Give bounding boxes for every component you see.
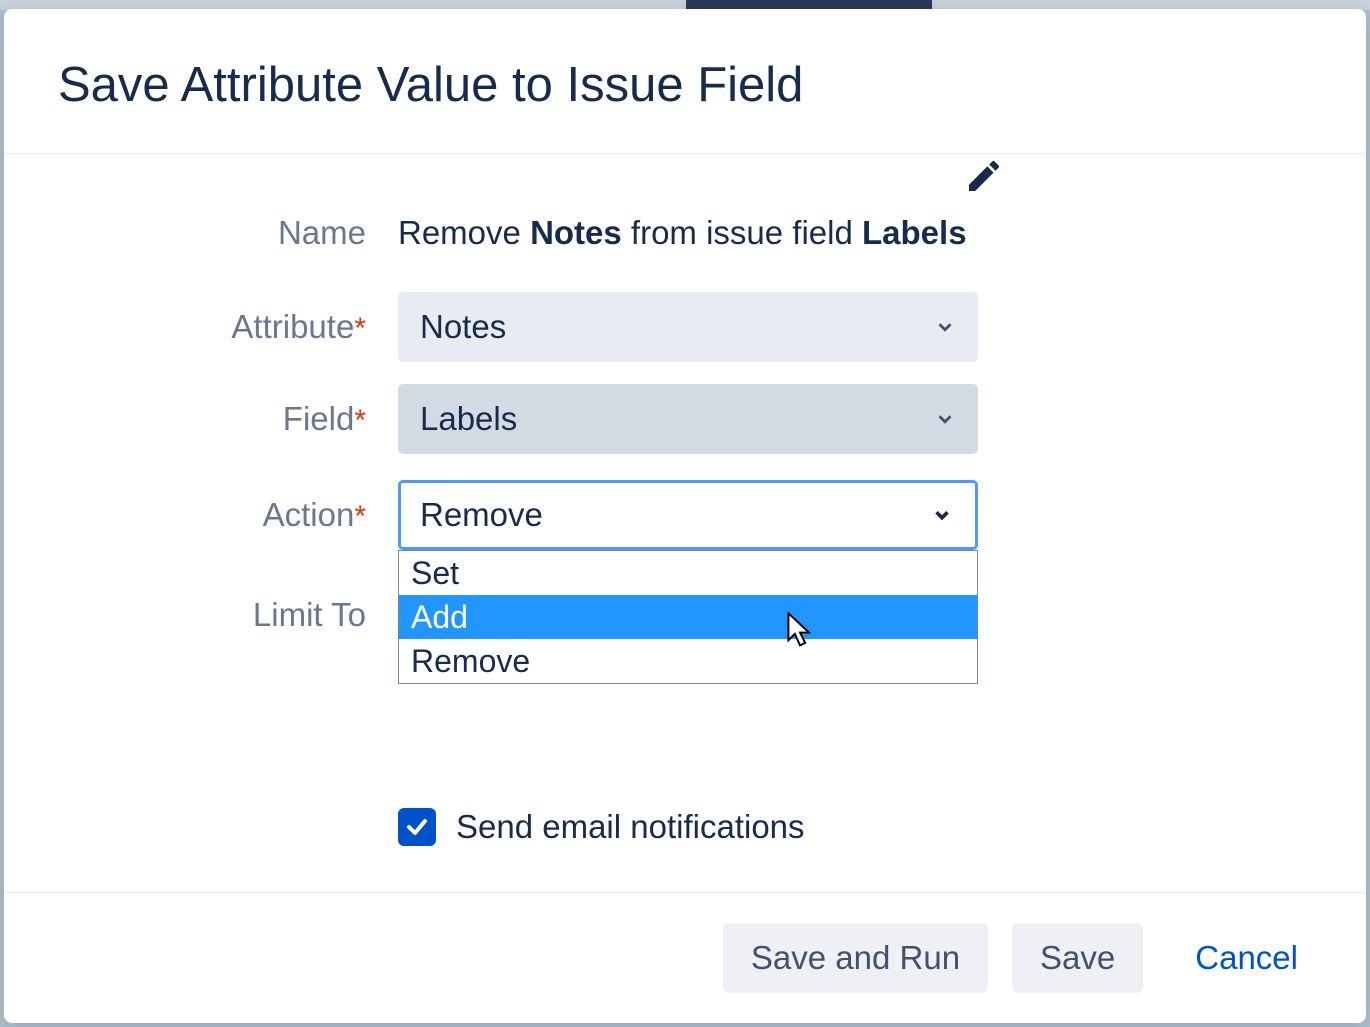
cancel-button[interactable]: Cancel: [1167, 923, 1326, 993]
value-col: Remove Notes from issue field Labels: [398, 214, 978, 252]
dialog-body: Name Remove Notes from issue field Label…: [4, 154, 1366, 892]
name-value: Remove Notes from issue field Labels: [398, 214, 967, 251]
action-dropdown: Set Add Remove: [398, 550, 978, 684]
save-button[interactable]: Save: [1012, 923, 1143, 993]
send-email-label: Send email notifications: [456, 808, 805, 846]
row-attribute: Attribute* Notes: [58, 292, 1312, 362]
row-field: Field* Labels: [58, 384, 1312, 454]
value-col: Remove Set Add Remove: [398, 480, 978, 550]
name-prefix: Remove: [398, 214, 530, 251]
dialog-title: Save Attribute Value to Issue Field: [58, 57, 1312, 113]
name-label: Name: [278, 214, 366, 251]
action-option-add[interactable]: Add: [399, 595, 977, 639]
attribute-select[interactable]: Notes: [398, 292, 978, 362]
label-col: Field*: [58, 400, 398, 438]
required-mark: *: [354, 404, 366, 437]
action-option-remove[interactable]: Remove: [399, 639, 977, 683]
required-mark: *: [354, 500, 366, 533]
save-and-run-button[interactable]: Save and Run: [723, 923, 988, 993]
action-label: Action: [263, 496, 355, 533]
save-attribute-dialog: Save Attribute Value to Issue Field Name…: [4, 9, 1366, 1023]
value-col: Notes: [398, 292, 978, 362]
chevron-down-icon: [934, 316, 956, 338]
action-option-set[interactable]: Set: [399, 551, 977, 595]
limit-to-label: Limit To: [253, 596, 366, 633]
pencil-icon[interactable]: [964, 156, 1004, 196]
name-mid: from issue field: [622, 214, 862, 251]
attribute-selected: Notes: [420, 308, 506, 346]
field-select[interactable]: Labels: [398, 384, 978, 454]
name-bold2: Labels: [862, 214, 967, 251]
action-select[interactable]: Remove: [398, 480, 978, 550]
action-selected: Remove: [420, 496, 543, 534]
field-label: Field: [283, 400, 355, 437]
row-action: Action* Remove Set Add Remove: [58, 480, 1312, 550]
row-name: Name Remove Notes from issue field Label…: [58, 214, 1312, 252]
name-bold1: Notes: [530, 214, 622, 251]
chevron-down-icon: [931, 504, 953, 526]
label-col: Limit To: [58, 576, 398, 634]
backdrop-tab: [686, 0, 932, 9]
value-col: Labels: [398, 384, 978, 454]
chevron-down-icon: [934, 408, 956, 430]
send-email-checkbox[interactable]: [398, 808, 436, 846]
dialog-footer: Save and Run Save Cancel: [4, 892, 1366, 1023]
label-col: Attribute*: [58, 308, 398, 346]
label-col: Action*: [58, 496, 398, 534]
row-send-email: Send email notifications: [398, 808, 1312, 846]
attribute-label: Attribute: [231, 308, 354, 345]
label-col: Name: [58, 214, 398, 252]
dialog-header: Save Attribute Value to Issue Field: [4, 9, 1366, 154]
field-selected: Labels: [420, 400, 517, 438]
required-mark: *: [354, 312, 366, 345]
